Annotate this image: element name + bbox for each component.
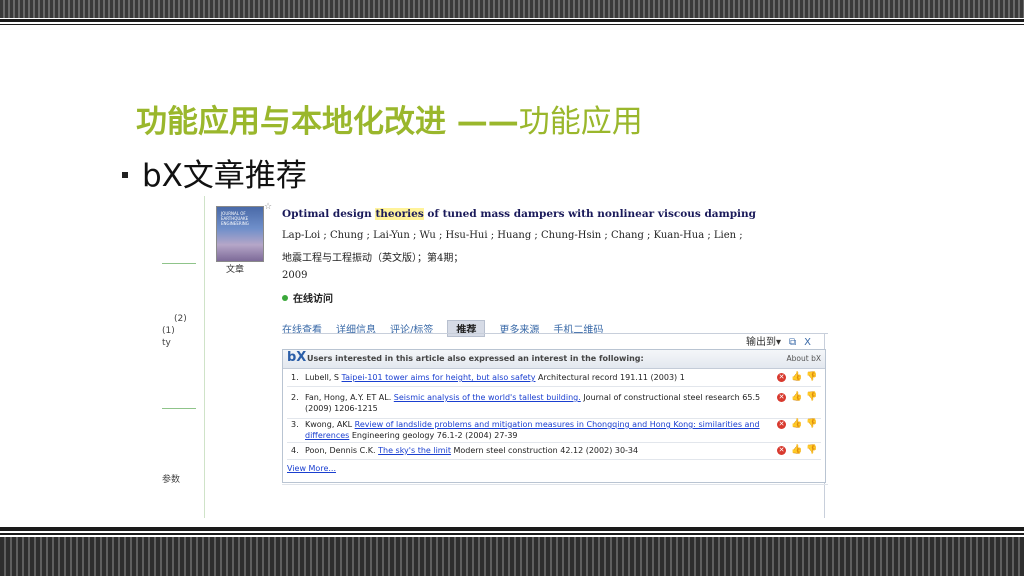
- left-count: (1): [162, 326, 175, 336]
- left-count: (2): [174, 314, 187, 324]
- item-actions: ✕ 👍 👎: [777, 392, 821, 403]
- slide-title-sub: 功能应用: [518, 104, 643, 140]
- row-divider: [287, 459, 821, 460]
- left-word: ty: [162, 338, 171, 348]
- item-source: Modern steel construction 42.12 (2002) 3…: [450, 446, 639, 455]
- online-access-label: 在线访问: [293, 294, 333, 305]
- article-title[interactable]: Optimal design theories of tuned mass da…: [282, 208, 756, 220]
- panel-bottom-rule: [282, 484, 828, 485]
- embedded-screenshot: (2) (1) ty 参数 JOURNAL OF EARTHQUAKE ENGI…: [162, 196, 830, 518]
- row-divider: [287, 442, 821, 443]
- top-rule-thin: [0, 24, 1024, 25]
- top-stripe-bar: [0, 0, 1024, 18]
- article-title-part: Optimal design: [282, 208, 376, 220]
- item-number: 4.: [291, 446, 299, 455]
- item-citation: Poon, Dennis C.K. The sky's the limit Mo…: [305, 445, 775, 456]
- item-author: Poon, Dennis C.K.: [305, 446, 379, 455]
- article-journal: 地震工程与工程振动（英文版）；第4期；: [282, 253, 464, 264]
- popout-icon[interactable]: ⧉: [789, 337, 796, 348]
- top-rule: [0, 19, 1024, 22]
- bx-logo: bX: [287, 350, 307, 365]
- list-item: 4. Poon, Dennis C.K. The sky's the limit…: [283, 445, 825, 457]
- green-dot-icon: [282, 295, 288, 301]
- thumbs-down-icon[interactable]: 👎: [806, 419, 817, 430]
- list-item: 2. Fan, Hong, A.Y. ET AL. Seismic analys…: [283, 392, 825, 416]
- article-year: 2009: [282, 270, 308, 281]
- item-actions: ✕ 👍 👎: [777, 445, 821, 456]
- bx-header-text: Users interested in this article also ex…: [307, 354, 644, 363]
- output-toolbar: 输出到▾ ⧉ X: [746, 333, 811, 348]
- left-section-rule: [162, 408, 196, 409]
- row-divider: [287, 386, 821, 387]
- article-authors: Lap-Loi ; Chung ; Lai-Yun ; Wu ; Hsu-Hui…: [282, 230, 743, 241]
- left-param: 参数: [162, 475, 181, 485]
- bx-header: bX Users interested in this article also…: [283, 350, 825, 369]
- online-access-link[interactable]: 在线访问: [282, 290, 333, 305]
- item-actions: ✕ 👍 👎: [777, 419, 821, 430]
- bullet-row: bX文章推荐: [122, 150, 307, 194]
- view-more-link[interactable]: View More...: [287, 464, 336, 473]
- thumbs-up-icon[interactable]: 👍: [791, 372, 802, 383]
- list-item: 3. Kwong, AKL Review of landslide proble…: [283, 419, 825, 441]
- thumbs-down-icon[interactable]: 👎: [806, 445, 817, 456]
- item-title-link[interactable]: Taipei-101 tower aims for height, but al…: [342, 373, 536, 382]
- about-bx-link[interactable]: About bX: [787, 354, 821, 363]
- item-source: Architectural record 191.11 (2003) 1: [535, 373, 685, 382]
- bottom-rule: [0, 527, 1024, 531]
- tab-recommend[interactable]: 推荐: [447, 320, 486, 337]
- chevron-down-icon[interactable]: ▾: [776, 337, 781, 348]
- item-author: Fan, Hong, A.Y. ET AL.: [305, 393, 394, 402]
- item-citation: Lubell, S Taipei-101 tower aims for heig…: [305, 372, 775, 383]
- item-number: 2.: [291, 393, 299, 402]
- article-title-highlight: theories: [375, 208, 424, 220]
- thumbs-down-icon[interactable]: 👎: [806, 372, 817, 383]
- journal-cover-image[interactable]: JOURNAL OF EARTHQUAKE ENGINEERING: [216, 206, 264, 262]
- left-section-rule: [162, 263, 196, 264]
- item-source: Engineering geology 76.1-2 (2004) 27-39: [349, 431, 518, 440]
- x-circle-icon[interactable]: ✕: [777, 373, 786, 382]
- cover-label: 文章: [226, 265, 245, 275]
- output-to-button[interactable]: 输出到: [746, 337, 776, 348]
- slide-title: 功能应用与本地化改进 ——功能应用: [136, 96, 643, 140]
- x-circle-icon[interactable]: ✕: [777, 393, 786, 402]
- bullet-text: bX文章推荐: [142, 158, 307, 194]
- slide-title-main: 功能应用与本地化改进 ——: [136, 104, 519, 140]
- x-circle-icon[interactable]: ✕: [777, 446, 786, 455]
- bx-recommendation-panel: bX Users interested in this article also…: [282, 349, 826, 483]
- item-actions: ✕ 👍 👎: [777, 372, 821, 383]
- thumbs-down-icon[interactable]: 👎: [806, 392, 817, 403]
- item-citation: Fan, Hong, A.Y. ET AL. Seismic analysis …: [305, 392, 775, 414]
- item-number: 3.: [291, 420, 299, 429]
- list-item: 1. Lubell, S Taipei-101 tower aims for h…: [283, 372, 825, 384]
- star-icon[interactable]: ☆: [264, 202, 272, 212]
- thumbs-up-icon[interactable]: 👍: [791, 445, 802, 456]
- square-bullet-icon: [122, 172, 128, 178]
- item-author: Lubell, S: [305, 373, 342, 382]
- item-title-link[interactable]: The sky's the limit: [378, 446, 451, 455]
- left-column-divider: [204, 196, 205, 518]
- bottom-rule-thin: [0, 533, 1024, 535]
- thumbs-up-icon[interactable]: 👍: [791, 392, 802, 403]
- close-icon[interactable]: X: [804, 337, 811, 348]
- item-author: Kwong, AKL: [305, 420, 355, 429]
- item-title-link[interactable]: Seismic analysis of the world's tallest …: [394, 393, 581, 402]
- item-citation: Kwong, AKL Review of landslide problems …: [305, 419, 775, 441]
- item-number: 1.: [291, 373, 299, 382]
- cover-text: JOURNAL OF EARTHQUAKE ENGINEERING: [221, 211, 249, 226]
- tab-bar: 在线查看 详细信息 评论/标签 推荐 更多来源 手机二维码: [282, 318, 617, 337]
- article-title-part: of tuned mass dampers with nonlinear vis…: [423, 208, 757, 220]
- x-circle-icon[interactable]: ✕: [777, 420, 786, 429]
- thumbs-up-icon[interactable]: 👍: [791, 419, 802, 430]
- bottom-stripe-bar: [0, 537, 1024, 576]
